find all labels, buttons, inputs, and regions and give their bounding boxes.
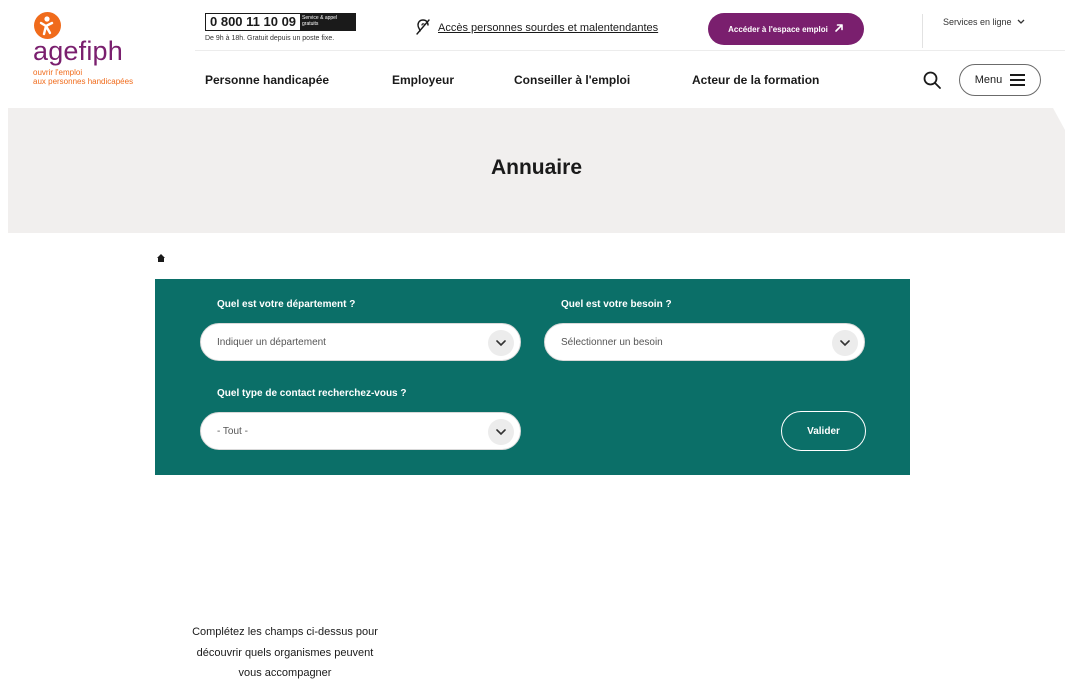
contact-type-label: Quel type de contact recherchez-vous ? (217, 388, 407, 399)
header-separator (195, 50, 1065, 51)
breadcrumb-home-icon[interactable] (156, 250, 166, 262)
chevron-down-icon (1017, 17, 1025, 27)
need-select[interactable]: Sélectionner un besoin (544, 323, 865, 361)
menu-button[interactable]: Menu (959, 64, 1041, 96)
contact-type-select[interactable]: - Tout - (200, 412, 521, 450)
logo-person-icon (34, 12, 61, 39)
accessibility-link[interactable]: Accès personnes sourdes et malentendante… (414, 18, 658, 38)
department-label: Quel est votre département ? (217, 299, 356, 310)
hamburger-icon (1010, 74, 1026, 86)
need-label: Quel est votre besoin ? (561, 299, 672, 310)
chevron-down-icon (488, 419, 514, 445)
department-select[interactable]: Indiquer un département (200, 323, 521, 361)
phone-number: 0 800 11 10 09 (210, 14, 297, 29)
logo-tagline: ouvrir l'emploi aux personnes handicapée… (33, 68, 134, 86)
page-title: Annuaire (490, 156, 582, 179)
chevron-down-icon (488, 330, 514, 356)
header-divider (922, 14, 923, 48)
valider-button[interactable]: Valider (781, 411, 866, 451)
nav-conseiller-emploi[interactable]: Conseiller à l'emploi (514, 71, 630, 89)
accessibility-link-label: Accès personnes sourdes et malentendante… (438, 22, 659, 34)
banner-corner (1053, 108, 1065, 130)
phone-number-box[interactable]: 0 800 11 10 09 Service & appel gratuits (205, 13, 356, 31)
espace-emploi-label: Accéder à l'espace emploi (728, 24, 828, 34)
deaf-ear-icon (414, 18, 432, 39)
page-banner: Annuaire (8, 108, 1065, 233)
menu-label: Menu (974, 74, 1003, 86)
arrow-up-right-icon (834, 23, 844, 35)
phone-hours: De 9h à 18h. Gratuit depuis un poste fix… (205, 35, 335, 42)
services-en-ligne-dropdown[interactable]: Services en ligne (943, 17, 1025, 27)
nav-personne-handicapee[interactable]: Personne handicapée (205, 71, 329, 89)
department-placeholder: Indiquer un département (217, 337, 326, 348)
logo-wordmark: agefiph (33, 36, 123, 66)
nav-employeur[interactable]: Employeur (392, 71, 454, 89)
agefiph-logo[interactable]: agefiph ouvrir l'emploi aux personnes ha… (33, 12, 163, 92)
need-placeholder: Sélectionner un besoin (561, 337, 663, 348)
chevron-down-icon (832, 330, 858, 356)
page: agefiph ouvrir l'emploi aux personnes ha… (0, 0, 1065, 683)
services-label: Services en ligne (943, 17, 1012, 27)
contact-type-value: - Tout - (217, 426, 248, 437)
espace-emploi-button[interactable]: Accéder à l'espace emploi (708, 13, 864, 45)
helper-text: Complétez les champs ci-dessus pour déco… (192, 626, 378, 679)
nav-acteur-formation[interactable]: Acteur de la formation (692, 71, 819, 89)
search-icon[interactable] (922, 70, 942, 90)
phone-badge: Service & appel gratuits (300, 14, 355, 30)
